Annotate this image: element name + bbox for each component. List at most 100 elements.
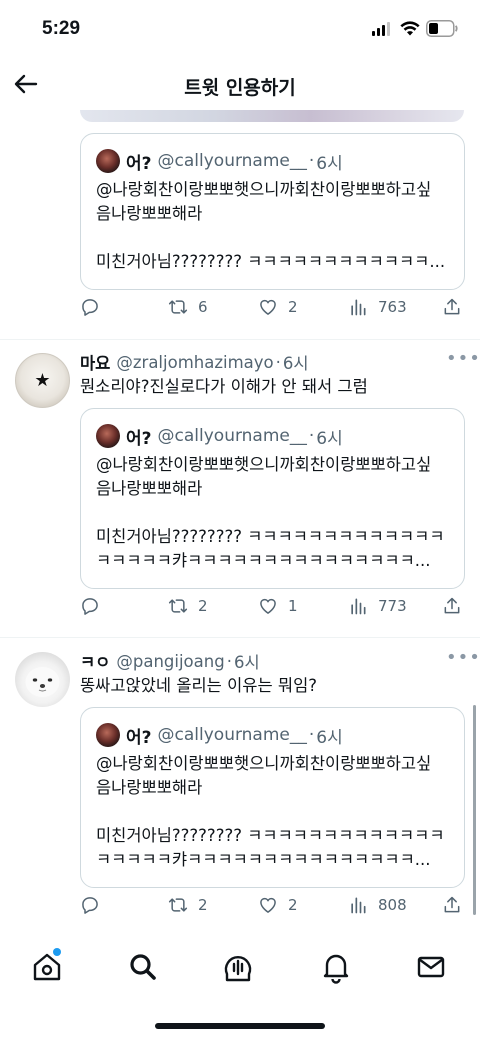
author-name[interactable]: 마요: [80, 350, 110, 374]
author-handle[interactable]: @pangijoang: [116, 652, 224, 671]
separator-dot: ·: [226, 651, 232, 671]
notification-dot: [53, 948, 61, 956]
retweet-button[interactable]: 2: [168, 596, 208, 616]
avatar[interactable]: ★: [15, 353, 70, 408]
views-button[interactable]: 773: [348, 596, 407, 616]
tab-messages[interactable]: [414, 950, 448, 984]
star-icon: ★: [34, 370, 51, 391]
tweet-timestamp: 6시: [282, 354, 309, 373]
share-button[interactable]: [442, 596, 462, 616]
scrollbar[interactable]: [473, 705, 476, 915]
share-button[interactable]: [442, 895, 462, 915]
retweet-icon: [168, 898, 188, 912]
author-name[interactable]: ㅋㅇ: [80, 649, 110, 673]
heart-icon: [260, 897, 276, 913]
views-chart-icon: [351, 299, 366, 316]
messages-icon: [417, 956, 445, 978]
quoted-author-handle: @callyourname__: [157, 725, 307, 745]
share-icon: [444, 896, 460, 913]
quoted-author-name: 어?: [126, 428, 152, 449]
reply-button[interactable]: [80, 297, 100, 317]
share-icon: [444, 597, 460, 614]
author-handle[interactable]: @zraljomhazimayo: [116, 353, 273, 372]
quoted-text-line: @나랑회찬이랑뽀뽀햇으니까회찬이랑뽀뽀하고싶: [96, 180, 432, 199]
quoted-author-handle: @callyourname__: [157, 151, 307, 171]
retweet-icon: [168, 599, 188, 613]
more-options-icon[interactable]: •••: [446, 348, 480, 369]
white-dog-avatar-icon: [25, 667, 60, 697]
retweet-button[interactable]: 2: [168, 895, 208, 915]
quoted-text-line: @나랑회찬이랑뽀뽀햇으니까회찬이랑뽀뽀하고싶: [96, 754, 432, 773]
quoted-timestamp: 6시: [316, 428, 343, 449]
quoted-tweet-card[interactable]: 어? @callyourname__ · 6시 @나랑회찬이랑뽀뽀햇으니까회찬이…: [80, 408, 465, 589]
retweet-count: 6: [198, 298, 208, 316]
quoted-text-line: 음나랑뽀뽀해라: [96, 479, 203, 498]
spaces-icon: [224, 956, 252, 982]
quoted-tweet-card[interactable]: 어? @callyourname__ · 6시 @나랑회찬이랑뽀뽀햇으니까회찬이…: [80, 133, 465, 290]
quoted-text-line: 음나랑뽀뽀해라: [96, 778, 203, 797]
quoted-text-line: 미친거아님???????? ㅋㅋㅋㅋㅋㅋㅋㅋㅋㅋㅋㅋ...: [96, 252, 446, 271]
reply-icon: [82, 299, 98, 316]
retweet-count: 2: [198, 597, 208, 615]
quoted-author-name: 어?: [126, 727, 152, 748]
reply-button[interactable]: [80, 895, 100, 915]
tweet-actions: 6 2 763: [80, 297, 465, 327]
view-count: 763: [378, 298, 407, 316]
views-button[interactable]: 808: [348, 895, 407, 915]
view-count: 773: [378, 597, 407, 615]
share-button[interactable]: [442, 297, 462, 317]
media-preview-fragment[interactable]: [80, 110, 464, 122]
tab-notifications[interactable]: [319, 950, 353, 984]
quoted-text-line: 음나랑뽀뽀해라: [96, 204, 203, 223]
retweet-count: 2: [198, 896, 208, 914]
avatar: [96, 424, 120, 448]
quoted-text-line: 미친거아님???????? ㅋㅋㅋㅋㅋㅋㅋㅋㅋㅋㅋㅋㅋ: [96, 826, 445, 845]
tweet-header: ㅋㅇ @pangijoang · 6시: [80, 649, 260, 673]
tweet-text: 똥싸고앉았네 올리는 이유는 뭐임?: [80, 676, 318, 695]
quoted-author-name: 어?: [126, 153, 152, 174]
separator-dot: ·: [308, 725, 315, 745]
divider: [0, 339, 480, 340]
view-count: 808: [378, 896, 407, 914]
views-button[interactable]: 763: [348, 297, 407, 317]
quoted-tweet-text: @나랑회찬이랑뽀뽀햇으니까회찬이랑뽀뽀하고싶 음나랑뽀뽀해라 미친거아님????…: [96, 178, 452, 274]
separator-dot: ·: [275, 352, 281, 372]
wifi-icon: [400, 21, 420, 36]
like-button[interactable]: 1: [258, 596, 298, 616]
quoted-text-line: 미친거아님???????? ㅋㅋㅋㅋㅋㅋㅋㅋㅋㅋㅋㅋㅋ: [96, 527, 445, 546]
retweet-icon: [168, 300, 188, 314]
retweet-button[interactable]: 6: [168, 297, 208, 317]
quoted-tweet-text: @나랑회찬이랑뽀뽀햇으니까회찬이랑뽀뽀하고싶 음나랑뽀뽀해라 미친거아님????…: [96, 752, 452, 872]
quoted-tweet-header: 어? @callyourname__ · 6시: [96, 148, 343, 174]
avatar: [96, 723, 120, 747]
like-button[interactable]: 2: [258, 297, 298, 317]
reply-button[interactable]: [80, 596, 100, 616]
like-button[interactable]: 2: [258, 895, 298, 915]
tweet-actions: 2 1 773: [80, 596, 465, 626]
nav-header: 트윗 인용하기: [0, 60, 480, 110]
tweet-header: 마요 @zraljomhazimayo · 6시: [80, 350, 309, 374]
quoted-tweet-header: 어? @callyourname__ · 6시: [96, 722, 343, 748]
tweet-timestamp: 6시: [233, 653, 260, 672]
views-chart-icon: [351, 897, 366, 914]
divider: [0, 637, 480, 638]
more-options-icon[interactable]: •••: [446, 647, 480, 668]
status-bar: 5:29: [0, 0, 480, 60]
quoted-text-line: ㅋㅋㅋㅋㅋ캬ㅋㅋㅋㅋㅋㅋㅋㅋㅋㅋㅋㅋㅋㅋㅋ...: [96, 850, 431, 869]
search-icon: [130, 954, 156, 980]
tab-spaces[interactable]: [221, 950, 255, 984]
bottom-tab-bar: [0, 940, 480, 1039]
quoted-timestamp: 6시: [316, 153, 343, 174]
avatar[interactable]: [15, 652, 70, 707]
reply-icon: [82, 598, 98, 615]
share-icon: [444, 298, 460, 315]
separator-dot: ·: [308, 426, 315, 446]
quoted-timestamp: 6시: [316, 727, 343, 748]
like-count: 2: [288, 298, 298, 316]
quoted-tweet-card[interactable]: 어? @callyourname__ · 6시 @나랑회찬이랑뽀뽀햇으니까회찬이…: [80, 707, 465, 888]
status-time: 5:29: [42, 18, 81, 39]
quoted-tweet-text: @나랑회찬이랑뽀뽀햇으니까회찬이랑뽀뽀하고싶 음나랑뽀뽀해라 미친거아님????…: [96, 453, 452, 573]
avatar: [96, 149, 120, 173]
tab-search[interactable]: [126, 950, 160, 984]
heart-icon: [260, 299, 276, 315]
